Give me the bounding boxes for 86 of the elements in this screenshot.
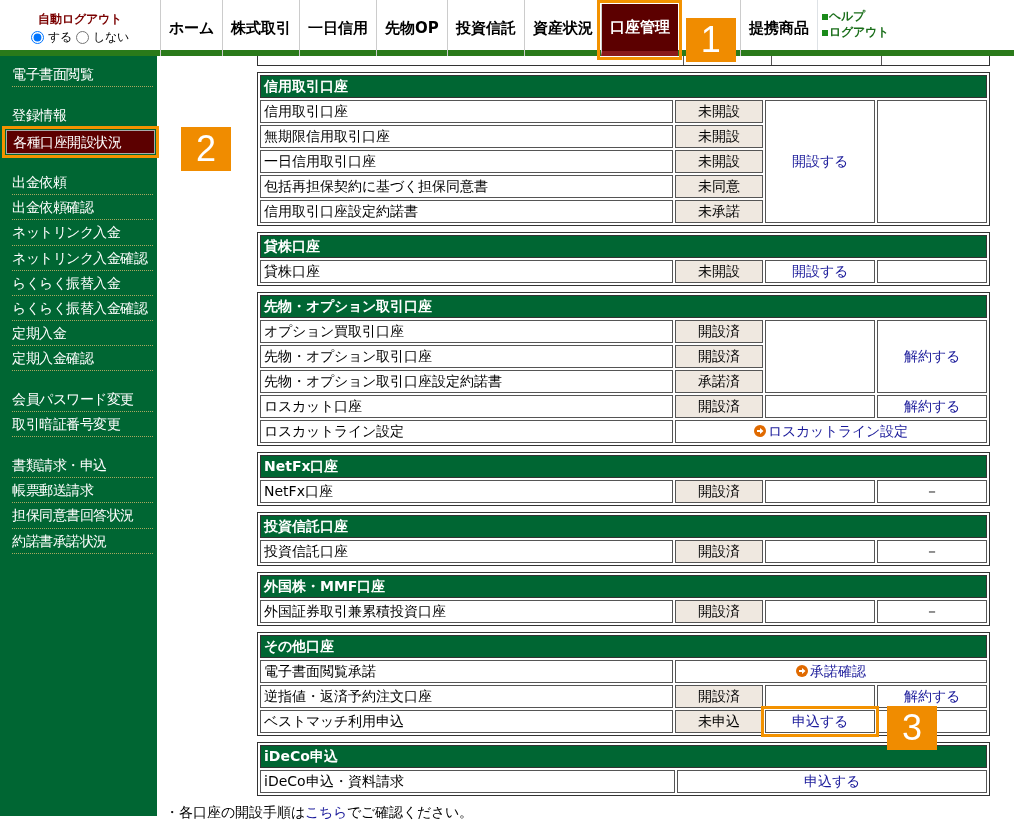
radio-label[interactable]: しない — [93, 28, 129, 46]
radio-button[interactable] — [31, 30, 44, 44]
row-label: オプション買取引口座 — [260, 320, 673, 343]
help-link[interactable]: ログアウト — [821, 25, 889, 41]
callout-number: 2 — [181, 127, 231, 172]
row-label: 信用取引口座 — [260, 100, 673, 123]
nav-tab[interactable]: 株式取引 — [222, 0, 299, 56]
table-cell: － — [877, 600, 987, 623]
arrow-icon — [754, 424, 766, 437]
sidebar-item[interactable]: 会員パスワード変更 — [12, 387, 153, 413]
row-label: 一日信用取引口座 — [260, 150, 673, 173]
sidebar-item[interactable]: 出金依頼 — [12, 170, 153, 196]
section-header: NetFx口座 — [260, 455, 987, 478]
action-link[interactable]: 解約する — [877, 320, 987, 393]
table-cell: － — [877, 480, 987, 503]
help-link[interactable]: こちら — [305, 804, 347, 820]
row-label: 包括再担保契約に基づく担保同意書 — [260, 175, 673, 198]
note-text: ・各口座の開設手順は こちら でご確認ください。 — [164, 803, 474, 822]
status-cell: 開設済 — [675, 345, 763, 368]
row-label: 信用取引口座設定約諾書 — [260, 200, 673, 223]
section-header: その他口座 — [260, 635, 987, 658]
status-cell: 開設済 — [675, 685, 763, 708]
sidebar-item[interactable]: らくらく振替入金確認 — [12, 295, 153, 321]
row-label: ロスカット口座 — [260, 395, 673, 418]
status-cell: 開設済 — [675, 395, 763, 418]
sidebar-item[interactable]: 定期入金 — [12, 320, 153, 346]
help-link[interactable]: ヘルプ — [821, 9, 889, 25]
status-cell: 未承諾 — [675, 200, 763, 223]
sidebar-item[interactable]: ネットリンク入金確認 — [12, 245, 153, 271]
row-label: 逆指値・返済予約注文口座 — [260, 685, 673, 708]
row-label: ロスカットライン設定 — [260, 420, 673, 443]
nav-tab[interactable]: 一日信用 — [299, 0, 376, 56]
sidebar-item[interactable]: 出金依頼確認 — [12, 195, 153, 221]
status-cell: 承諾済 — [675, 370, 763, 393]
sidebar-item[interactable]: 電子書面閲覧 — [12, 62, 153, 88]
sidebar-item[interactable]: 取引暗証番号変更 — [12, 412, 153, 438]
status-cell: 開設済 — [675, 480, 763, 503]
row-label: ベストマッチ利用申込 — [260, 710, 673, 733]
row-label: iDeCo申込・資料請求 — [260, 770, 676, 793]
row-label: 先物・オプション取引口座設定約諾書 — [260, 370, 673, 393]
sidebar-item[interactable]: 書類請求・申込 — [12, 453, 153, 479]
status-cell: 開設済 — [675, 540, 763, 563]
nav-tab[interactable]: 投資信託 — [446, 0, 524, 56]
row-label: 外国証券取引兼累積投資口座 — [260, 600, 673, 623]
status-cell: 未開設 — [675, 100, 763, 123]
section-header: 投資信託口座 — [260, 515, 987, 538]
status-cell: 開設済 — [675, 600, 763, 623]
sidebar-item[interactable]: 帳票郵送請求 — [12, 478, 153, 504]
section-header: 外国株・MMF口座 — [260, 575, 987, 598]
row-label: NetFx口座 — [260, 480, 673, 503]
row-label: 貸株口座 — [260, 260, 673, 283]
sidebar-item[interactable]: 担保同意書回答状況 — [12, 503, 153, 529]
action-link[interactable]: 承諾確認 — [675, 660, 987, 683]
status-cell: 未開設 — [675, 150, 763, 173]
auto-logout-title: 自動ログアウト — [37, 11, 123, 28]
row-label: 先物・オプション取引口座 — [260, 345, 673, 368]
row-label: 電子書面閲覧承諾 — [260, 660, 673, 683]
nav-tab[interactable]: 先物OP — [376, 0, 447, 56]
row-label: 投資信託口座 — [260, 540, 673, 563]
action-link[interactable]: 解約する — [877, 395, 987, 418]
sidebar-item[interactable]: らくらく振替入金 — [12, 270, 153, 296]
section-header: 先物・オプション取引口座 — [260, 295, 987, 318]
callout-number: 1 — [685, 18, 736, 62]
status-cell: 未開設 — [675, 125, 763, 148]
row-label: 無期限信用取引口座 — [260, 125, 673, 148]
status-cell: 未同意 — [675, 175, 763, 198]
nav-tab[interactable]: ホーム — [160, 0, 222, 56]
status-cell: 開設済 — [675, 320, 763, 343]
callout-number: 3 — [887, 706, 937, 750]
status-cell: 未申込 — [675, 710, 763, 733]
radio-button[interactable] — [76, 30, 89, 44]
action-link[interactable]: 開設する — [765, 260, 875, 283]
sidebar-item[interactable]: 約諾書承諾状況 — [12, 528, 153, 554]
section-header: 信用取引口座 — [260, 75, 987, 98]
sidebar-item[interactable]: 定期入金確認 — [12, 345, 153, 372]
section-header: iDeCo申込 — [260, 745, 987, 768]
action-link[interactable]: ロスカットライン設定 — [675, 420, 987, 443]
section-header: 貸株口座 — [260, 235, 987, 258]
arrow-icon — [796, 664, 808, 677]
nav-tab[interactable]: 提携商品 — [739, 0, 817, 56]
status-cell: 未開設 — [675, 260, 763, 283]
action-link[interactable]: 申込する — [677, 770, 987, 793]
table-cell: － — [877, 540, 987, 563]
sidebar-item[interactable]: ネットリンク入金 — [12, 220, 153, 246]
radio-label[interactable]: する — [48, 28, 72, 46]
action-link[interactable]: 開設する — [765, 100, 875, 223]
